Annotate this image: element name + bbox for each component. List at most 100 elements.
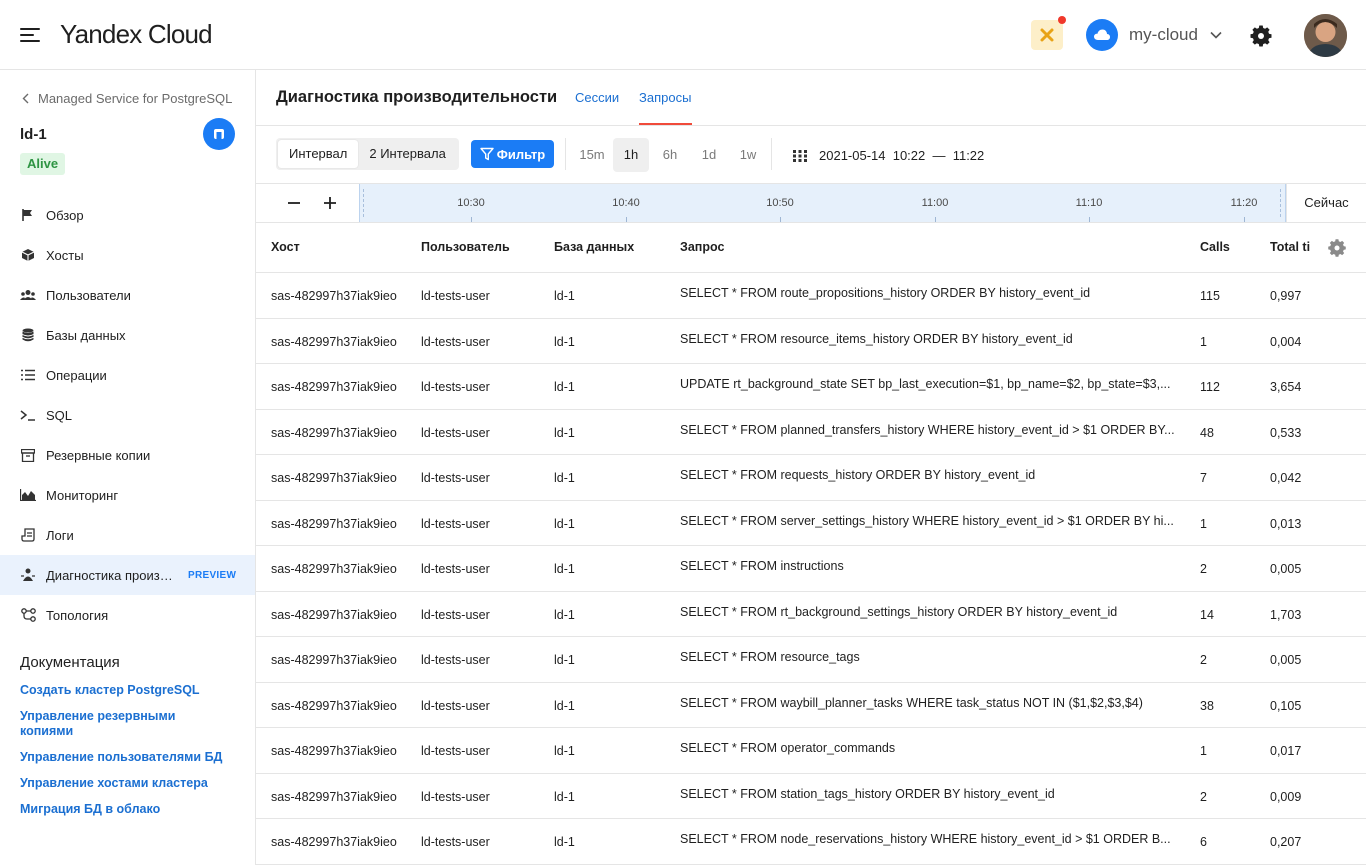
sidebar-item-overview[interactable]: Обзор [0,195,255,235]
total-time-cell: 3,654 [1270,380,1302,394]
table-row[interactable]: sas-482997h37iak9ieo ld-tests-user ld-1 SEL… [256,774,1366,819]
total-time-cell: 0,997 [1270,289,1302,303]
date-range-picker[interactable]: 2021-05-14 10:22 — 11:22 [793,148,984,163]
sidebar-item-sql[interactable]: SQL [0,395,255,435]
sidebar-item-label: Логи [46,527,74,543]
users-icon [20,287,36,303]
sidebar-item-label: Мониторинг [46,487,119,503]
calendar-icon [793,149,807,162]
archive-icon [20,447,36,463]
range-1d[interactable]: 1d [691,138,727,172]
tab-queries[interactable]: Запросы [639,90,691,105]
notifications-button[interactable] [1031,16,1066,50]
cluster-action-button[interactable] [203,118,235,150]
table-row[interactable]: sas-482997h37iak9ieo ld-tests-user ld-1 SEL… [256,273,1366,319]
total-time-cell: 0,017 [1270,744,1302,758]
database-cell: ld-1 [554,289,575,303]
user-cell: ld-tests-user [421,289,490,303]
range-1h[interactable]: 1h [613,138,649,172]
table-row[interactable]: sas-482997h37iak9ieo ld-tests-user ld-1 SEL… [256,592,1366,637]
query-cell: SELECT * FROM station_tags_history ORDER… [680,786,1055,801]
user-cell: ld-tests-user [421,425,490,440]
sidebar-item-topology[interactable]: Топология [0,595,255,635]
status-badge: Alive [20,153,66,175]
table-row[interactable]: sas-482997h37iak9ieo ld-tests-user ld-1 SEL… [256,410,1366,455]
preview-badge: PREVIEW [188,570,237,581]
main-content: Диагностика производительности Сессии За… [256,70,1366,865]
sidebar-item-operations[interactable]: Операции [0,355,255,395]
back-link[interactable]: Managed Service for PostgreSQL [22,91,232,106]
user-cell: ld-tests-user [421,653,490,667]
range-15m[interactable]: 15m [574,138,610,172]
sidebar-item-label: SQL [46,407,73,423]
calls-cell: 2 [1200,653,1207,667]
query-cell: SELECT * FROM resource_tags [680,650,860,664]
table-row[interactable]: sas-482997h37iak9ieo ld-tests-user ld-1 SEL… [256,728,1366,774]
doc-link-users[interactable]: Управление пользователями БД [20,750,230,765]
range-handle-right[interactable] [1280,189,1281,217]
doc-link-hosts[interactable]: Управление хостами кластера [20,776,230,791]
interval-option[interactable]: Интервал [278,140,359,168]
host-cell: sas-482997h37iak9ieo [271,334,397,349]
minus-icon [288,202,300,204]
host-cell: sas-482997h37iak9ieo [271,380,397,394]
now-button[interactable]: Сейчас [1286,184,1366,222]
menu-icon[interactable] [20,27,40,43]
docs-links: Создать кластер PostgreSQL Управление ре… [20,683,230,828]
range-handle-left[interactable] [363,189,364,217]
calls-cell: 2 [1200,789,1207,804]
range-6h[interactable]: 6h [652,138,688,172]
host-cell: sas-482997h37iak9ieo [271,653,397,667]
sidebar-item-backups[interactable]: Резервные копии [0,435,255,475]
sidebar-item-databases[interactable]: Базы данных [0,315,255,355]
table-row[interactable]: sas-482997h37iak9ieo ld-tests-user ld-1 SEL… [256,319,1366,364]
zoom-out-button[interactable] [284,193,304,213]
settings-gear-icon[interactable] [1249,24,1273,48]
filter-button[interactable]: Фильтр [471,140,554,168]
cloud-selector[interactable]: my-cloud [1086,19,1222,51]
sidebar-item-diagnostics[interactable]: Диагностика произ… PREVIEW [0,555,255,595]
table-row[interactable]: sas-482997h37iak9ieo ld-tests-user ld-1 SEL… [256,546,1366,592]
column-user[interactable]: Пользователь [421,240,510,254]
table-row[interactable]: sas-482997h37iak9ieo ld-tests-user ld-1 SEL… [256,455,1366,501]
doc-link-create-cluster[interactable]: Создать кластер PostgreSQL [20,683,230,698]
filter-button-label: Фильтр [496,146,546,162]
user-avatar[interactable] [1304,14,1347,57]
tab-sessions[interactable]: Сессии [575,90,619,105]
zoom-in-button[interactable] [320,193,340,213]
two-intervals-option[interactable]: 2 Интервала [358,140,456,168]
sidebar-item-users[interactable]: Пользователи [0,275,255,315]
doc-link-migration[interactable]: Миграция БД в облако [20,802,230,817]
table-row[interactable]: sas-482997h37iak9ieo ld-tests-user ld-1 SEL… [256,637,1366,683]
table-row[interactable]: sas-482997h37iak9ieo ld-tests-user ld-1 UPD… [256,364,1366,410]
sidebar-item-logs[interactable]: Логи [0,515,255,555]
column-query[interactable]: Запрос [680,240,724,254]
host-cell: sas-482997h37iak9ieo [271,425,397,440]
diagnostics-icon [20,567,36,583]
table-row[interactable]: sas-482997h37iak9ieo ld-tests-user ld-1 SEL… [256,501,1366,546]
timeline-track[interactable]: 10:30 10:40 10:50 11:00 11:10 11:20 [359,184,1286,222]
table-settings-gear-icon[interactable] [1327,238,1347,258]
docs-title: Документация [20,654,120,671]
database-cell: ld-1 [554,380,575,394]
column-host[interactable]: Хост [271,240,300,254]
column-calls[interactable]: Calls [1200,240,1230,254]
database-icon [20,327,36,343]
column-total-time[interactable]: Total ti [1270,240,1310,254]
range-1w[interactable]: 1w [730,138,766,172]
database-cell: ld-1 [554,789,575,804]
table-row[interactable]: sas-482997h37iak9ieo ld-tests-user ld-1 SEL… [256,819,1366,865]
timeline-tick: 11:10 [1075,197,1103,209]
calls-cell: 1 [1200,334,1207,349]
doc-link-backups[interactable]: Управление резервными копиями [20,709,230,739]
elephant-icon [214,129,224,139]
table-row[interactable]: sas-482997h37iak9ieo ld-tests-user ld-1 SEL… [256,683,1366,728]
total-time-cell: 0,042 [1270,471,1302,485]
yandex-cloud-logo[interactable]: Yandex Cloud [60,19,213,50]
sidebar-item-hosts[interactable]: Хосты [0,235,255,275]
column-database[interactable]: База данных [554,240,634,254]
query-cell: SELECT * FROM node_reservations_history … [680,832,1171,846]
puzzle-icon [1040,28,1054,42]
sidebar-item-monitoring[interactable]: Мониторинг [0,475,255,515]
user-cell: ld-tests-user [421,380,490,394]
